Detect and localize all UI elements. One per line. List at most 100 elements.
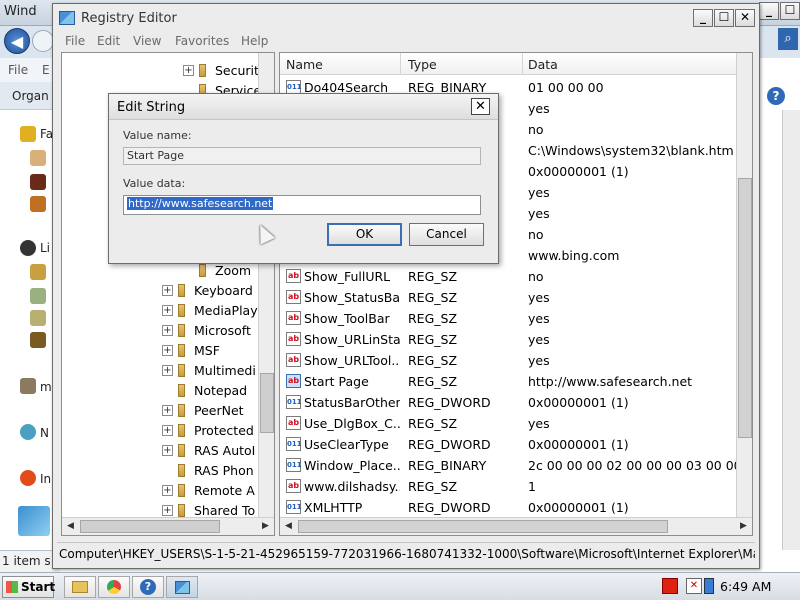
string-value-icon: ab: [286, 374, 301, 388]
scroll-left-arrow-icon[interactable]: ◀: [67, 521, 74, 531]
binary-value-icon: 011: [286, 458, 302, 472]
expand-icon[interactable]: +: [162, 485, 173, 496]
value-type: REG_SZ: [408, 269, 458, 284]
value-name: Use_DlgBox_C...: [304, 416, 400, 431]
maximize-button[interactable]: ☐: [714, 9, 734, 27]
value-name: www.dilshadsy...: [304, 479, 400, 494]
tray-flag-icon[interactable]: [662, 578, 678, 594]
expand-icon[interactable]: +: [162, 325, 173, 336]
menu-file[interactable]: File: [65, 34, 85, 48]
scroll-right-arrow-icon[interactable]: ▶: [262, 521, 269, 531]
value-row[interactable]: ab Use_DlgBox_C... REG_SZ yes: [280, 413, 738, 434]
nav-item-libraries[interactable]: Li: [40, 241, 50, 255]
background-minimize-button[interactable]: _: [759, 2, 779, 20]
value-data-label: Value data:: [123, 177, 186, 190]
tray-network-icon[interactable]: [704, 578, 714, 594]
back-button[interactable]: ◀: [4, 28, 30, 54]
column-name[interactable]: Name: [286, 57, 323, 72]
cancel-button[interactable]: Cancel: [409, 223, 484, 246]
nav-item-computer[interactable]: m: [40, 380, 52, 394]
pictures-icon: [30, 310, 46, 326]
minimize-button[interactable]: _: [693, 9, 713, 27]
value-row[interactable]: 011 XMLHTTP REG_DWORD 0x00000001 (1): [280, 497, 738, 518]
value-row[interactable]: ab Show_ToolBar REG_SZ yes: [280, 308, 738, 329]
registry-statusbar: Computer\HKEY_USERS\S-1-5-21-452965159-7…: [57, 542, 755, 564]
column-data[interactable]: Data: [528, 57, 558, 72]
taskbar-explorer-icon[interactable]: [64, 576, 96, 598]
background-maximize-button[interactable]: ☐: [780, 2, 800, 20]
nav-item-internet[interactable]: In: [40, 472, 51, 486]
taskbar-chrome-icon[interactable]: [98, 576, 130, 598]
list-horizontal-scrollbar[interactable]: ◀ ▶: [280, 517, 752, 535]
value-row[interactable]: 011 Window_Place... REG_BINARY 2c 00 00 00 …: [280, 455, 752, 476]
value-row[interactable]: ab www.dilshadsy... REG_SZ 1: [280, 476, 738, 497]
value-data-input[interactable]: http://www.safesearch.net: [123, 195, 481, 215]
documents-icon: [30, 264, 46, 280]
value-row[interactable]: abShow_URLinSta... REG_SZ yes: [280, 329, 738, 350]
nav-item-network[interactable]: N: [40, 426, 49, 440]
list-vertical-scrollbar[interactable]: [736, 53, 752, 517]
tree-horizontal-scrollbar[interactable]: ◀ ▶: [62, 517, 274, 535]
menu-favorites[interactable]: Favorites: [175, 34, 229, 48]
value-name: Show_ToolBar: [304, 311, 390, 326]
start-label: Start: [21, 580, 56, 594]
expand-icon[interactable]: +: [183, 65, 194, 76]
dialog-close-button[interactable]: ✕: [471, 98, 490, 115]
folder-icon: [178, 484, 185, 497]
background-menu-edit[interactable]: E: [42, 63, 50, 77]
expand-icon[interactable]: +: [162, 305, 173, 316]
tree-scroll-thumb[interactable]: [260, 373, 274, 433]
tree-node-label: Remote A: [194, 483, 255, 498]
background-scrollbar[interactable]: [782, 110, 800, 550]
menu-view[interactable]: View: [133, 34, 161, 48]
menu-edit[interactable]: Edit: [97, 34, 120, 48]
list-scroll-right-icon[interactable]: ▶: [740, 521, 747, 531]
value-data: yes: [528, 101, 550, 116]
dialog-title: Edit String: [117, 100, 186, 115]
tray-volume-muted-icon[interactable]: ✕: [686, 578, 702, 594]
ok-button[interactable]: OK: [327, 223, 402, 246]
tree-hscroll-thumb[interactable]: [80, 520, 220, 533]
value-row[interactable]: 011 StatusBarOther REG_DWORD 0x00000001 (1): [280, 392, 738, 413]
help-icon[interactable]: ?: [767, 87, 785, 105]
network-icon: [20, 424, 36, 440]
registry-menubar: File Edit View Favorites Help: [53, 32, 759, 52]
expand-icon[interactable]: +: [162, 365, 173, 376]
expand-icon[interactable]: +: [162, 505, 173, 516]
folder-icon: [178, 404, 185, 417]
close-button[interactable]: ✕: [735, 9, 755, 27]
list-hscroll-thumb[interactable]: [298, 520, 668, 533]
list-scroll-thumb[interactable]: [738, 178, 752, 438]
value-type: REG_SZ: [408, 311, 458, 326]
menu-help[interactable]: Help: [241, 34, 268, 48]
expand-icon[interactable]: +: [162, 405, 173, 416]
value-data: http://www.safesearch.net: [528, 374, 693, 389]
expand-icon[interactable]: +: [162, 345, 173, 356]
value-row[interactable]: 011 UseClearType REG_DWORD 0x00000001 (1): [280, 434, 738, 455]
value-type: REG_SZ: [408, 416, 458, 431]
string-value-icon: ab: [286, 269, 301, 283]
taskbar-help-icon[interactable]: ?: [132, 576, 164, 598]
list-scroll-left-icon[interactable]: ◀: [285, 521, 292, 531]
value-row[interactable]: ab Start Page REG_SZ http://www.safesearch.…: [280, 371, 738, 392]
expand-icon[interactable]: +: [162, 445, 173, 456]
value-data: yes: [528, 206, 550, 221]
value-data: yes: [528, 311, 550, 326]
dialog-titlebar: Edit String ✕: [109, 94, 498, 120]
column-type[interactable]: Type: [408, 57, 437, 72]
string-value-icon: ab: [286, 416, 301, 430]
forward-button[interactable]: [32, 30, 54, 52]
expand-icon[interactable]: +: [162, 285, 173, 296]
value-row[interactable]: ab Show_FullURL REG_SZ no: [280, 266, 738, 287]
background-menu-file[interactable]: File: [8, 63, 28, 77]
background-menubar: File E: [0, 58, 60, 82]
search-icon[interactable]: ⌕: [778, 28, 798, 50]
value-type: REG_SZ: [408, 353, 458, 368]
clock[interactable]: 6:49 AM: [720, 579, 771, 594]
taskbar-regedit-icon[interactable]: [166, 576, 198, 598]
value-row[interactable]: ab Show_URLTool... REG_SZ yes: [280, 350, 738, 371]
organize-button[interactable]: Organ: [12, 89, 49, 103]
value-row[interactable]: ab Show_StatusBar REG_SZ yes: [280, 287, 738, 308]
start-button[interactable]: Start: [2, 576, 56, 598]
expand-icon[interactable]: +: [162, 425, 173, 436]
